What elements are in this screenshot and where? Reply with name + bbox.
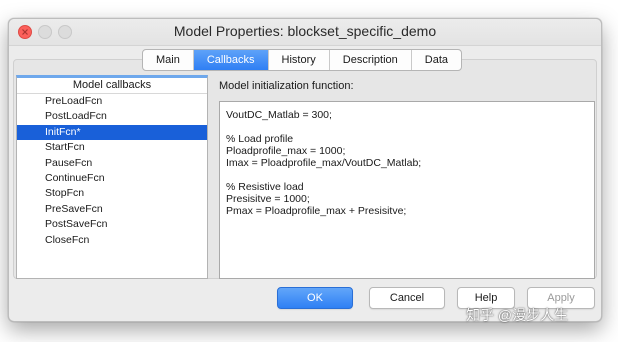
cancel-button[interactable]: Cancel <box>369 287 445 309</box>
code-line: % Resistive load <box>226 181 304 193</box>
tab-bar: Main Callbacks History Description Data <box>142 49 463 71</box>
model-callbacks-list: Model callbacks PreLoadFcn PostLoadFcn I… <box>16 75 208 279</box>
callback-item-postloadfcn[interactable]: PostLoadFcn <box>17 109 207 124</box>
callback-item-continuefcn[interactable]: ContinueFcn <box>17 171 207 186</box>
code-line: % Load profile <box>226 133 294 145</box>
callback-item-closefcn[interactable]: CloseFcn <box>17 233 207 248</box>
callback-items: PreLoadFcn PostLoadFcn InitFcn* StartFcn… <box>17 94 207 248</box>
ok-button[interactable]: OK <box>277 287 353 309</box>
model-callbacks-header: Model callbacks <box>17 78 207 94</box>
window-title: Model Properties: blockset_specific_demo <box>173 23 437 39</box>
tab-main[interactable]: Main <box>143 50 194 70</box>
title-bar: Model Properties: blockset_specific_demo <box>9 19 601 46</box>
callback-item-presavefcn[interactable]: PreSaveFcn <box>17 202 207 217</box>
tab-data[interactable]: Data <box>412 50 461 70</box>
code-line: Pmax = Ploadprofile_max + Presisitve; <box>226 205 407 217</box>
model-properties-dialog: Model Properties: blockset_specific_demo… <box>8 18 602 322</box>
callback-item-startfcn[interactable]: StartFcn <box>17 140 207 155</box>
code-line: Imax = Ploadprofile_max/VoutDC_Matlab; <box>226 157 422 169</box>
tab-history[interactable]: History <box>269 50 330 70</box>
init-function-label: Model initialization function: <box>219 80 354 92</box>
callback-item-stopfcn[interactable]: StopFcn <box>17 186 207 201</box>
tab-description[interactable]: Description <box>330 50 412 70</box>
callback-item-initfcn[interactable]: InitFcn* <box>17 124 207 141</box>
callback-item-postsavefcn[interactable]: PostSaveFcn <box>17 217 207 232</box>
watermark-text: 知乎 @漫步人生 <box>466 307 569 323</box>
tab-callbacks[interactable]: Callbacks <box>193 50 269 70</box>
callback-item-pausefcn[interactable]: PauseFcn <box>17 156 207 171</box>
init-function-editor[interactable]: VoutDC_Matlab = 300; % Load profile Ploa… <box>219 101 595 279</box>
callback-item-preloadfcn[interactable]: PreLoadFcn <box>17 94 207 109</box>
code-line: VoutDC_Matlab = 300; <box>226 109 332 121</box>
code-line: Ploadprofile_max = 1000; <box>226 145 346 157</box>
code-line: Presisitve = 1000; <box>226 193 310 205</box>
